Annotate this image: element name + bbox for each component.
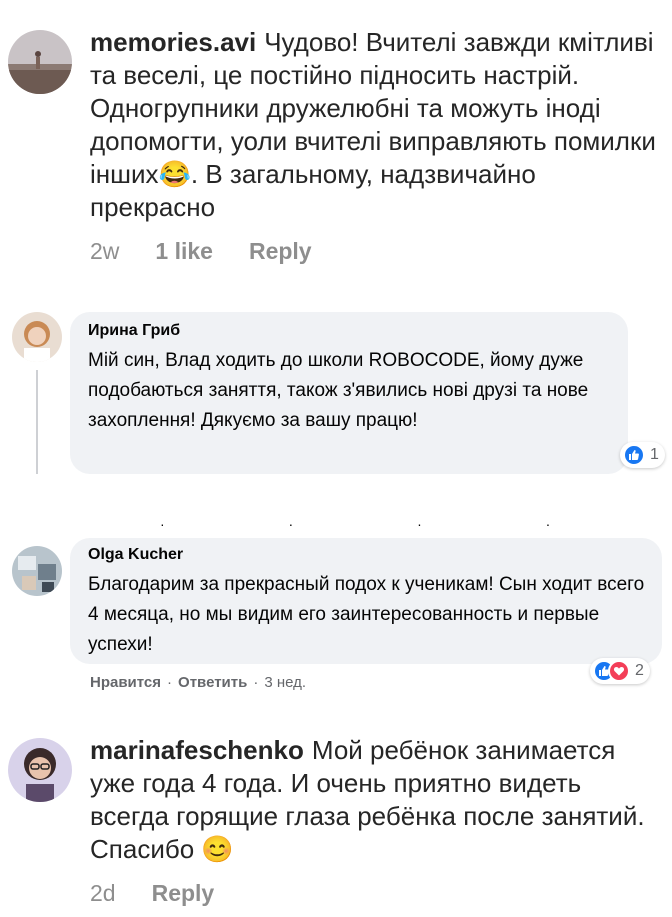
username[interactable]: memories.avi bbox=[90, 27, 256, 57]
like-button[interactable]: Нравится bbox=[90, 674, 161, 691]
comment-text: Благодарим за прекрасный подох к ученика… bbox=[88, 574, 645, 655]
avatar[interactable] bbox=[12, 312, 62, 362]
comment-text-block: marinafeschenko Мой ребёнок занимается уж… bbox=[90, 734, 664, 866]
likes-count[interactable]: 1 like bbox=[155, 238, 213, 265]
separator: · bbox=[253, 674, 259, 691]
avatar[interactable] bbox=[8, 30, 72, 94]
reply-button[interactable]: Reply bbox=[152, 880, 215, 907]
avatar[interactable] bbox=[12, 546, 62, 596]
comment-time[interactable]: 3 нед. bbox=[264, 674, 306, 691]
reaction-count: 2 bbox=[635, 662, 644, 679]
thread-line bbox=[36, 370, 38, 474]
comment-text-block: memories.avi Чудово! Вчителі завжди кмітл… bbox=[90, 26, 664, 224]
comment-text: Мій син, Влад ходить до школи ROBOCODE, … bbox=[88, 350, 589, 431]
comment-bubble: Olga Kucher Благодарим за прекрасный под… bbox=[70, 538, 662, 664]
comment-time: 2w bbox=[90, 238, 120, 264]
reactions-badge[interactable]: 1 bbox=[620, 442, 665, 468]
comment-meta: 2w 1 like Reply bbox=[90, 238, 312, 265]
love-reaction-icon bbox=[608, 660, 630, 682]
separator: · bbox=[167, 674, 173, 691]
comment-meta: 2d Reply bbox=[90, 880, 214, 907]
like-reaction-icon bbox=[623, 444, 645, 466]
reaction-count: 1 bbox=[650, 446, 659, 463]
commenter-name[interactable]: Ирина Гриб bbox=[88, 322, 612, 340]
username[interactable]: marinafeschenko bbox=[90, 735, 304, 765]
reactions-badge[interactable]: 2 bbox=[590, 658, 650, 684]
reply-button[interactable]: Reply bbox=[249, 238, 312, 265]
comment-time: 2d bbox=[90, 880, 116, 906]
comment-actions: Нравится · Ответить · 3 нед. bbox=[90, 674, 306, 691]
comment-bubble: Ирина Гриб Мій син, Влад ходить до школи… bbox=[70, 312, 628, 474]
reply-button[interactable]: Ответить bbox=[178, 674, 247, 691]
commenter-name[interactable]: Olga Kucher bbox=[88, 546, 646, 564]
avatar[interactable] bbox=[8, 738, 72, 802]
